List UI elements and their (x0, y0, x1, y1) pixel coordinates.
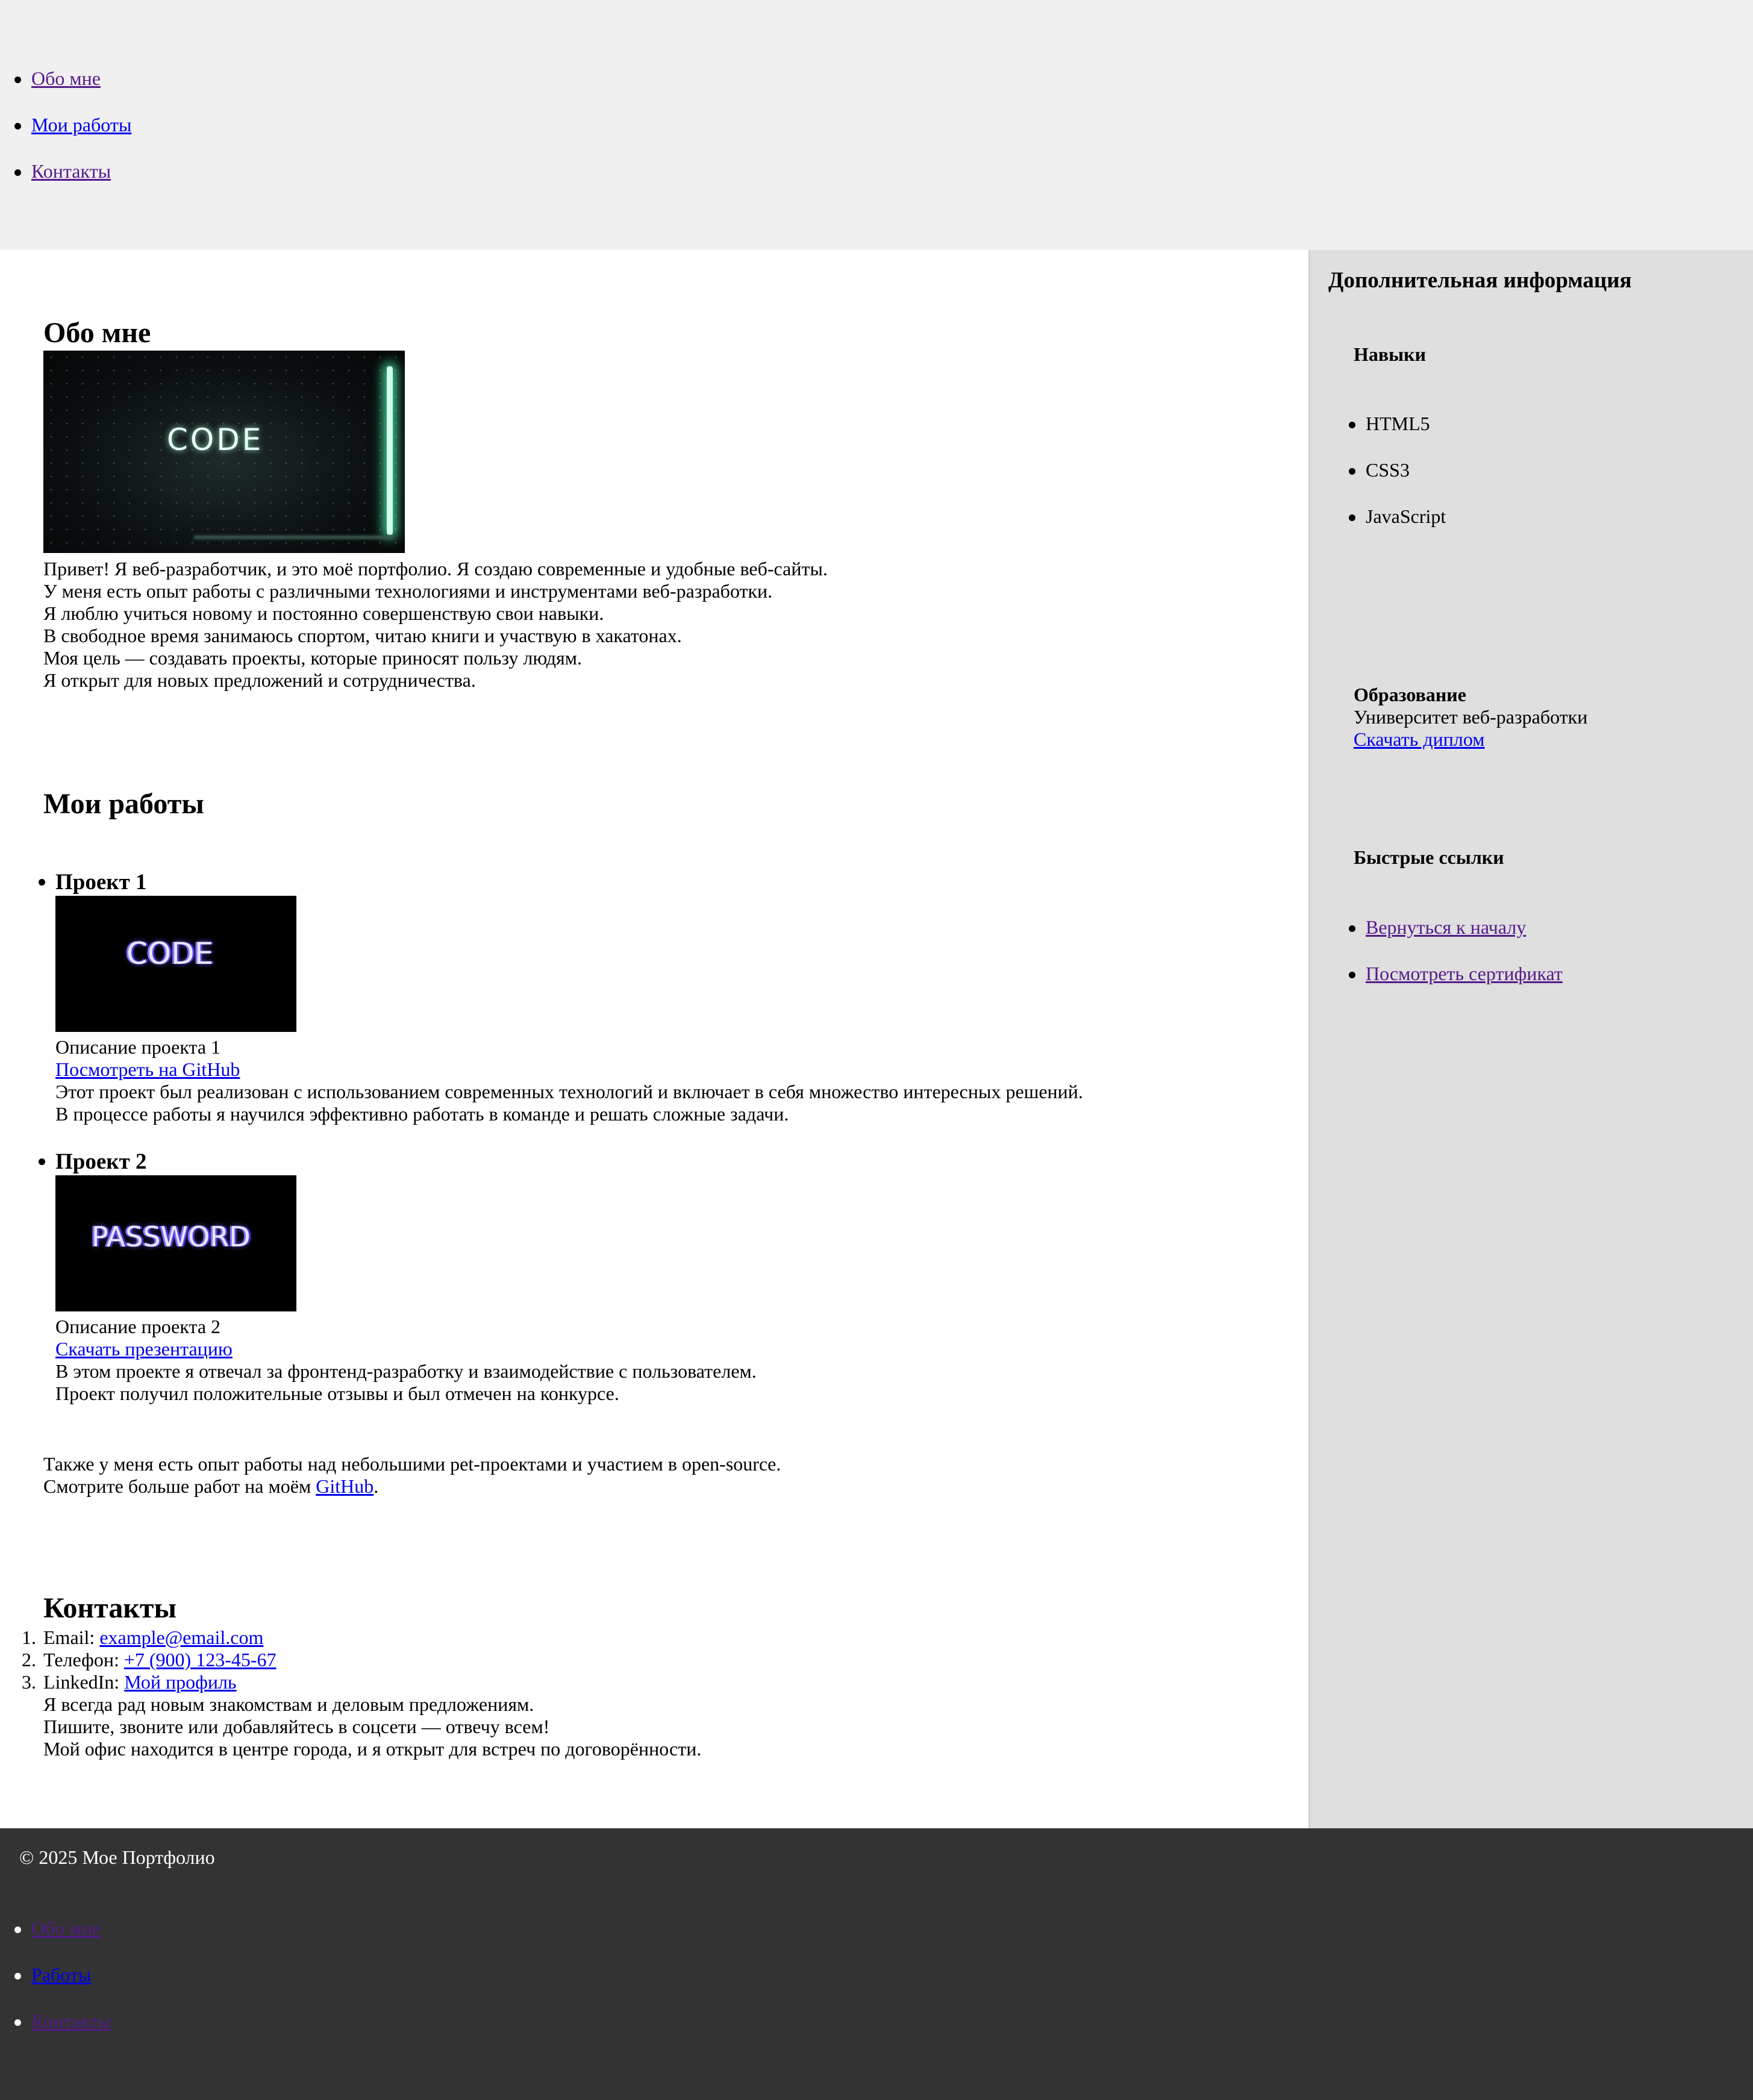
education-title: Образование (1354, 684, 1466, 705)
contact-number: 2. (22, 1649, 36, 1670)
sidebar: Дополнительная информация Навыки HTML5 C… (1308, 250, 1753, 1828)
works-more-suffix: . (373, 1475, 379, 1497)
contact-linkedin-label: LinkedIn: (43, 1671, 125, 1693)
works-more-prefix: Смотрите больше работ на моём (43, 1475, 316, 1497)
contact-phone-label: Телефон: (43, 1649, 124, 1670)
about-paragraph: Привет! Я веб-разработчик, и это моё пор… (43, 558, 828, 580)
contact-number: 1. (22, 1627, 36, 1648)
contact-linkedin-link[interactable]: Мой профиль (124, 1671, 236, 1693)
works-title: Мои работы (43, 788, 204, 820)
project-2-presentation-link[interactable]: Скачать презентацию (55, 1338, 233, 1360)
project-1-detail: Этот проект был реализован с использован… (55, 1081, 1083, 1102)
site-footer: © 2025 Мое Портфолио Обо мне Работы Конт… (0, 1828, 1753, 2100)
about-paragraph: Я люблю учиться новому и постоянно совер… (43, 602, 604, 624)
project-2-detail: В этом проекте я отвечал за фронтенд-раз… (55, 1360, 757, 1382)
footer-copyright: © 2025 Мое Портфолио (19, 1846, 215, 1868)
nav-link-about[interactable]: Обо мне (31, 67, 101, 89)
download-diploma-link[interactable]: Скачать диплом (1354, 728, 1485, 751)
contacts-note: Пишите, звоните или добавляйтесь в соцсе… (43, 1716, 550, 1737)
contact-email-link[interactable]: example@email.com (99, 1627, 263, 1648)
site-header: Обо мне Мои работы Контакты (0, 0, 1753, 250)
contact-item-phone: 2. Телефон: +7 (900) 123-45-67 (22, 1649, 277, 1671)
education-school: Университет веб-разработки (1354, 706, 1588, 728)
works-extra-text: Также у меня есть опыт работы над неболь… (43, 1453, 781, 1475)
project-1-github-link[interactable]: Посмотреть на GitHub (55, 1058, 240, 1081)
about-paragraph: Я открыт для новых предложений и сотрудн… (43, 669, 476, 691)
about-paragraph: В свободное время занимаюсь спортом, чит… (43, 625, 682, 646)
about-image-floor (194, 536, 393, 539)
quick-link-item: Посмотреть сертификат (1349, 963, 1563, 985)
project-1-image-text: CODE (127, 936, 214, 971)
project-2-detail: Проект получил положительные отзывы и бы… (55, 1383, 619, 1404)
contact-email-label: Email: (43, 1627, 100, 1648)
contact-item-linkedin: 3. LinkedIn: Мой профиль (22, 1671, 237, 1693)
about-paragraph: Моя цель — создавать проекты, которые пр… (43, 647, 582, 669)
about-image-text: CODE (167, 422, 264, 457)
project-1-description: Описание проекта 1 (55, 1036, 221, 1058)
nav-item-works: Мои работы (14, 114, 131, 136)
footer-link-works[interactable]: Работы (31, 1964, 91, 1986)
back-to-top-link[interactable]: Вернуться к началу (1366, 916, 1526, 938)
contacts-title: Контакты (43, 1592, 177, 1624)
skills-title: Навыки (1354, 343, 1426, 365)
sidebar-title: Дополнительная информация (1328, 268, 1632, 293)
quick-links-title: Быстрые ссылки (1354, 846, 1504, 868)
project-1-title: Проект 1 (55, 870, 147, 895)
footer-nav-item: Работы (14, 1964, 91, 1986)
about-paragraph: У меня есть опыт работы с различными тех… (43, 580, 773, 602)
nav-link-works[interactable]: Мои работы (31, 114, 131, 136)
footer-link-about[interactable]: Обо мне (31, 1917, 101, 1939)
project-1-detail: В процессе работы я научился эффективно … (55, 1103, 789, 1125)
quick-link-item: Вернуться к началу (1348, 916, 1526, 939)
nav-item-about: Обо мне (14, 67, 101, 90)
project-2-image-text: PASSWORD (92, 1220, 251, 1253)
contact-phone-link[interactable]: +7 (900) 123-45-67 (124, 1649, 277, 1670)
footer-nav-item: Контакты (14, 2010, 111, 2033)
footer-link-contacts[interactable]: Контакты (31, 2010, 111, 2032)
skill-item: CSS3 (1349, 459, 1410, 481)
skill-item: HTML5 (1349, 413, 1430, 434)
view-certificate-link[interactable]: Посмотреть сертификат (1366, 963, 1563, 984)
skill-item: JavaScript (1348, 505, 1446, 527)
about-image-glow-bar (387, 366, 393, 535)
works-github-link[interactable]: GitHub (316, 1475, 373, 1497)
nav-link-contacts[interactable]: Контакты (31, 160, 111, 182)
project-2-image: PASSWORD (55, 1175, 296, 1311)
about-image: CODE (43, 351, 405, 553)
contacts-note: Я всегда рад новым знакомствам и деловым… (43, 1693, 534, 1715)
project-2-description: Описание проекта 2 (55, 1316, 221, 1337)
contacts-note: Мой офис находится в центре города, и я … (43, 1738, 702, 1760)
contact-number: 3. (22, 1671, 36, 1693)
footer-nav-item: Обо мне (14, 1917, 101, 1940)
project-1-image: CODE (55, 896, 296, 1032)
project-2-title: Проект 2 (55, 1149, 147, 1174)
contact-item-email: 1. Email: example@email.com (22, 1627, 263, 1649)
nav-item-contacts: Контакты (14, 160, 111, 183)
works-more-line: Смотрите больше работ на моём GitHub. (43, 1475, 378, 1498)
about-title: Обо мне (43, 317, 151, 349)
